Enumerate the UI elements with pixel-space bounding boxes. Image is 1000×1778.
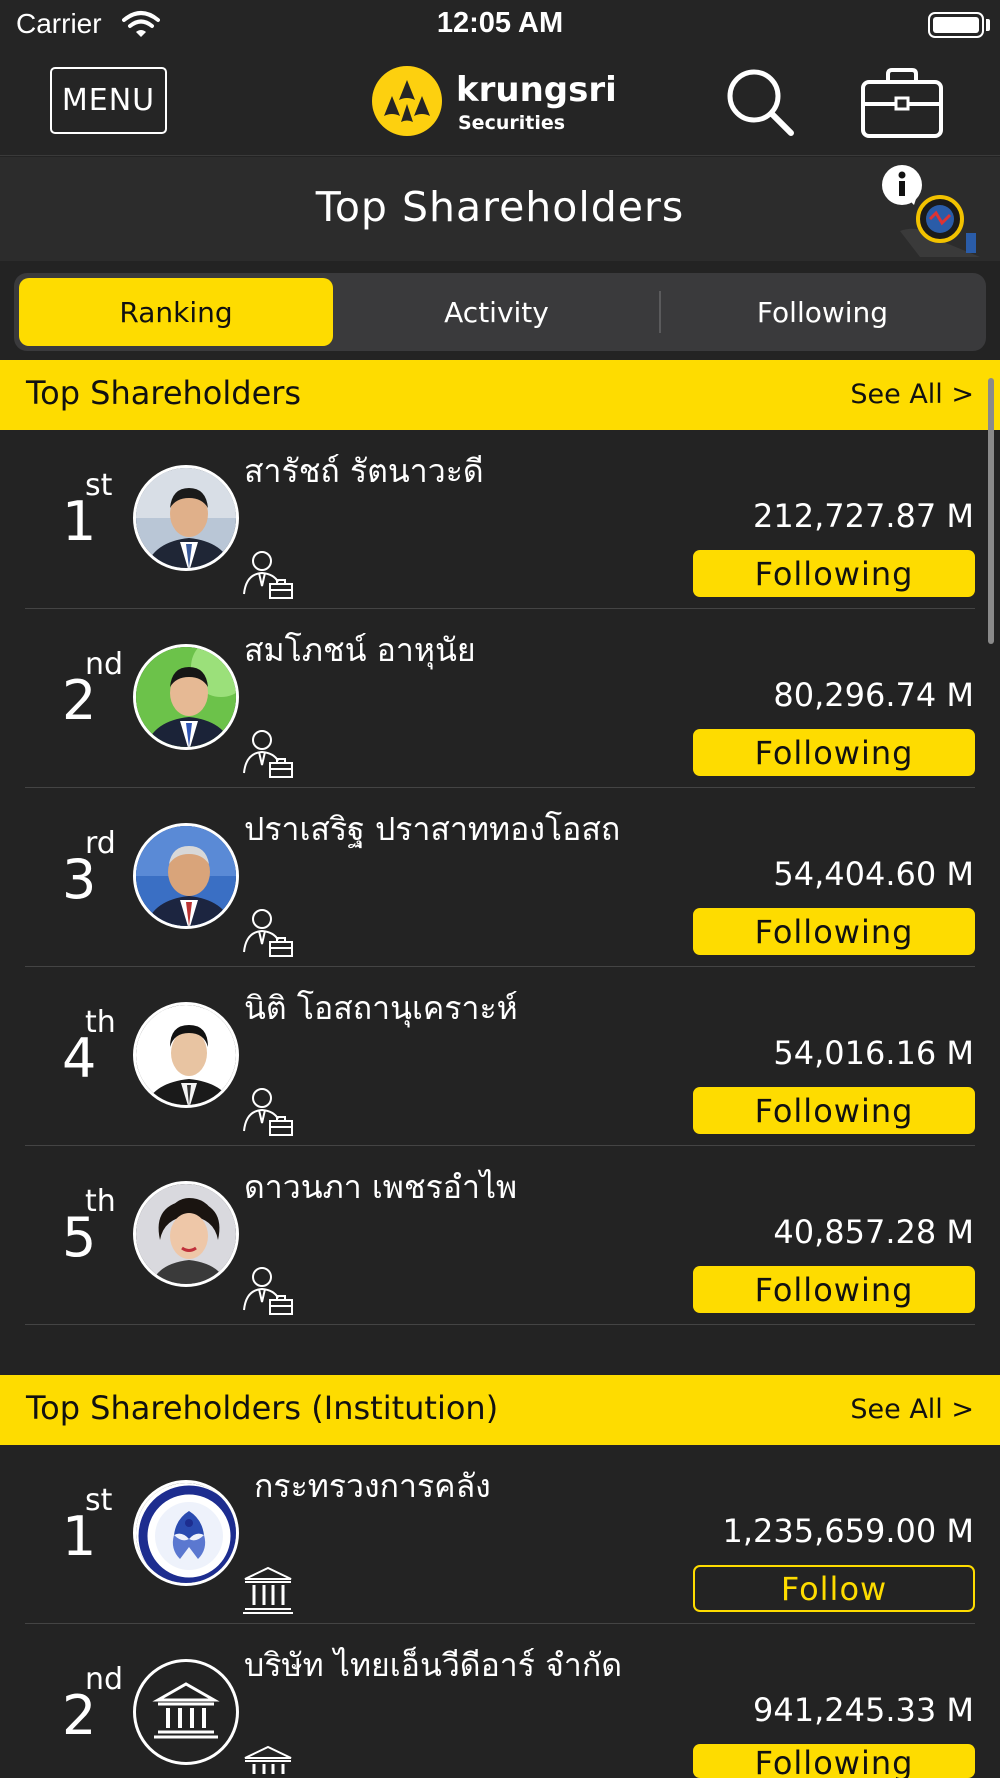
- shareholder-row[interactable]: 2 nd สมโภชน์ อาหุนัย 80,296.74 M Followi…: [0, 609, 1000, 788]
- tabs-container: Ranking Activity Following: [0, 261, 1000, 360]
- krungsri-logo: krungsri Securities: [372, 66, 652, 142]
- see-all-link[interactable]: See All >: [850, 379, 974, 410]
- holding-value: 1,235,659.00 M: [722, 1512, 974, 1550]
- avatar: [133, 644, 239, 750]
- shareholder-name: นิติ โอสถานุเคราะห์: [244, 989, 518, 1027]
- see-all-link[interactable]: See All >: [850, 1394, 974, 1425]
- section-header-top-shareholders: Top Shareholders See All >: [0, 360, 1000, 430]
- title-bar: Top Shareholders: [0, 157, 1000, 261]
- institution-icon: [243, 1566, 293, 1614]
- rank-suffix: st: [85, 468, 113, 503]
- row-divider: [25, 1324, 975, 1325]
- shareholder-name: กระทรวงการคลัง: [254, 1467, 491, 1505]
- follow-button[interactable]: Follow: [693, 1565, 975, 1612]
- institution-row[interactable]: 2 nd บริษัท ไทยเอ็นวีดีอาร์ จำกัด 941,24…: [0, 1624, 1000, 1778]
- rank-suffix: nd: [85, 647, 124, 682]
- individual-investor-icon: [243, 1267, 293, 1315]
- section-header-institution: Top Shareholders (Institution) See All >: [0, 1375, 1000, 1445]
- segmented-control: Ranking Activity Following: [14, 273, 986, 351]
- tab-activity[interactable]: Activity: [338, 278, 655, 346]
- nav-bar: MENU krungsri Securities: [0, 52, 1000, 156]
- individual-investor-icon: [243, 1088, 293, 1136]
- holding-value: 54,016.16 M: [773, 1034, 974, 1072]
- status-bar: Carrier 12:05 AM: [0, 0, 1000, 52]
- avatar: [133, 1002, 239, 1108]
- page-title: Top Shareholders: [315, 183, 685, 231]
- shareholder-name: ปราเสริฐ ปราสาททองโอสถ: [244, 810, 621, 848]
- rank-suffix: th: [85, 1184, 116, 1219]
- tab-divider: [659, 291, 661, 333]
- ministry-of-finance-seal: [133, 1480, 239, 1586]
- holding-value: 212,727.87 M: [753, 497, 974, 535]
- institution-row[interactable]: 1 st กระทรวงการคลัง 1,235,659.00 M Follo…: [0, 1445, 1000, 1624]
- shareholder-name: สารัชถ์ รัตนาวะดี: [244, 452, 484, 490]
- rank-suffix: rd: [85, 826, 116, 861]
- holding-value: 80,296.74 M: [773, 676, 974, 714]
- individual-investor-icon: [243, 551, 293, 599]
- menu-button[interactable]: MENU: [50, 67, 167, 134]
- holding-value: 941,245.33 M: [753, 1691, 974, 1729]
- individual-investor-icon: [243, 909, 293, 957]
- avatar: [133, 823, 239, 929]
- following-button[interactable]: Following: [693, 1744, 975, 1778]
- rank-suffix: st: [85, 1483, 113, 1518]
- following-button[interactable]: Following: [693, 550, 975, 597]
- following-button[interactable]: Following: [693, 1266, 975, 1313]
- rank-suffix: nd: [85, 1662, 124, 1697]
- section-title: Top Shareholders (Institution): [26, 1389, 499, 1427]
- following-button[interactable]: Following: [693, 729, 975, 776]
- shareholder-row[interactable]: 5 th ดาวนภา เพชรอำไพ 40,857.28 M Followi…: [0, 1146, 1000, 1325]
- holding-value: 40,857.28 M: [773, 1213, 974, 1251]
- institution-avatar: [133, 1659, 239, 1765]
- tab-ranking[interactable]: Ranking: [19, 278, 333, 346]
- battery-cap: [986, 19, 990, 31]
- shareholder-row[interactable]: 4 th นิติ โอสถานุเคราะห์ 54,016.16 M Fol…: [0, 967, 1000, 1146]
- section-title: Top Shareholders: [26, 374, 302, 412]
- battery-icon: [928, 12, 984, 38]
- shareholder-row[interactable]: 1 st สารัชถ์ รัตนาวะดี 212,727.87 M Foll…: [0, 430, 1000, 609]
- logo-sub: Securities: [458, 112, 566, 134]
- institution-icon: [244, 1745, 292, 1774]
- shareholder-row[interactable]: 3 rd ปราเสริฐ ปราสาททองโอสถ 54,404.60 M …: [0, 788, 1000, 967]
- info-guide-icon[interactable]: [880, 161, 980, 257]
- holding-value: 54,404.60 M: [773, 855, 974, 893]
- following-button[interactable]: Following: [693, 1087, 975, 1134]
- search-icon[interactable]: [724, 66, 796, 138]
- logo-name: krungsri: [456, 70, 617, 110]
- clock: 12:05 AM: [436, 7, 564, 39]
- avatar: [133, 1181, 239, 1287]
- briefcase-icon[interactable]: [860, 66, 944, 140]
- rank-suffix: th: [85, 1005, 116, 1040]
- shareholder-name: บริษัท ไทยเอ็นวีดีอาร์ จำกัด: [244, 1646, 622, 1684]
- tab-following[interactable]: Following: [664, 278, 981, 346]
- shareholder-name: ดาวนภา เพชรอำไพ: [244, 1168, 518, 1206]
- avatar: [133, 465, 239, 571]
- individual-investor-icon: [243, 730, 293, 778]
- krungsri-logo-mark: [372, 66, 442, 136]
- scrollbar[interactable]: [988, 378, 994, 644]
- following-button[interactable]: Following: [693, 908, 975, 955]
- shareholder-name: สมโภชน์ อาหุนัย: [244, 631, 476, 669]
